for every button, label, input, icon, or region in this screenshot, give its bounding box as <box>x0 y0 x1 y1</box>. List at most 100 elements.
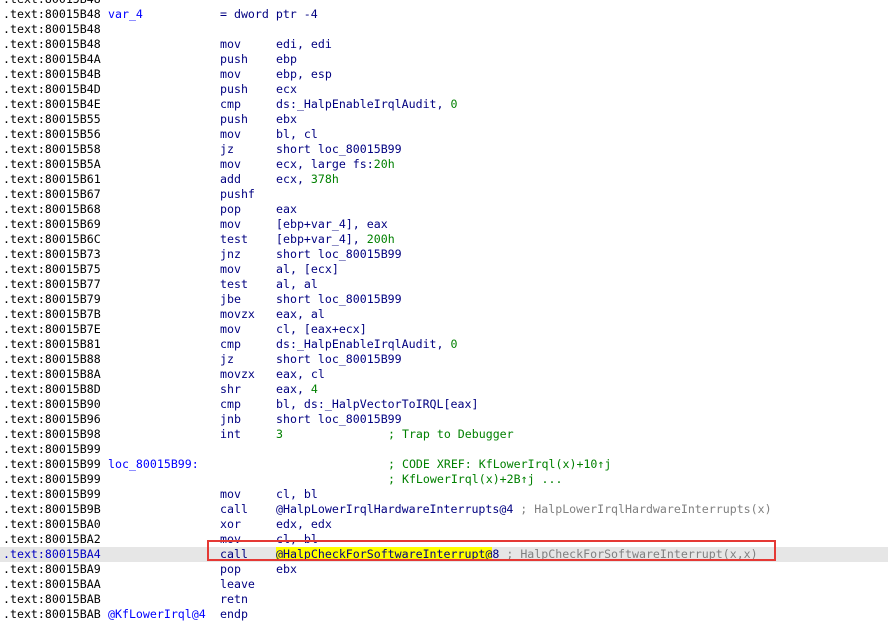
listing-line[interactable]: .text:80015B4B mov ebp, esp <box>0 67 888 82</box>
listing-line[interactable]: .text:80015BAB @KfLowerIrql@4 endp <box>0 607 888 622</box>
instruction-operands[interactable]: short loc_80015B99 <box>276 247 402 262</box>
listing-line[interactable]: .text:80015B7B movzx eax, al <box>0 307 888 322</box>
instruction-operands[interactable]: al, al <box>276 277 318 292</box>
instruction-operands[interactable]: short loc_80015B99 <box>276 352 402 367</box>
instruction-mnemonic[interactable]: mov <box>220 127 241 142</box>
instruction-mnemonic[interactable]: push <box>220 52 248 67</box>
listing-line[interactable]: .text:80015B81 cmp ds:_HalpEnableIrqlAudit… <box>0 337 888 352</box>
listing-line[interactable]: .text:80015B99 <box>0 442 888 457</box>
line-address[interactable]: .text:80015B69 <box>3 217 101 232</box>
listing-line[interactable]: .text:80015B56 mov bl, cl <box>0 127 888 142</box>
line-address[interactable]: .text:80015B8D <box>3 382 101 397</box>
listing-line[interactable]: .text:80015B99 loc_80015B99: ; CODE XREF: … <box>0 457 888 472</box>
listing-line[interactable]: .text:80015B88 jz short loc_80015B99 <box>0 352 888 367</box>
listing-line[interactable]: .text:80015B99 ; KfLowerIrql(x)+2B↑j ... <box>0 472 888 487</box>
line-address[interactable]: .text:80015B4E <box>3 97 101 112</box>
listing-line[interactable]: .text:80015B9B call @HalpLowerIrqlHardware… <box>0 502 888 517</box>
instruction-mnemonic[interactable]: mov <box>220 322 241 337</box>
instruction-mnemonic[interactable]: int <box>220 427 241 442</box>
listing-line[interactable]: .text:80015BAB retn <box>0 592 888 607</box>
line-address[interactable]: .text:80015BAB <box>3 592 101 607</box>
listing-line[interactable]: .text:80015B7E mov cl, [eax+ecx] <box>0 322 888 337</box>
instruction-operands[interactable]: edx, edx <box>276 517 332 532</box>
listing-line[interactable]: .text:80015B61 add ecx, 378h <box>0 172 888 187</box>
listing-line[interactable]: .text:80015B73 jnz short loc_80015B99 <box>0 247 888 262</box>
instruction-mnemonic[interactable]: add <box>220 172 241 187</box>
line-label[interactable]: loc_80015B99: <box>108 457 199 472</box>
line-address[interactable]: .text:80015B79 <box>3 292 101 307</box>
listing-line[interactable]: .text:80015B4D push ecx <box>0 82 888 97</box>
listing-line[interactable]: .text:80015B77 test al, al <box>0 277 888 292</box>
listing-line[interactable]: .text:80015BAA leave <box>0 577 888 592</box>
line-label[interactable]: var_4 <box>108 7 143 22</box>
listing-line[interactable]: .text:80015B79 jbe short loc_80015B99 <box>0 292 888 307</box>
instruction-operands[interactable]: edi, edi <box>276 37 332 52</box>
line-address[interactable]: .text:80015B77 <box>3 277 101 292</box>
instruction-mnemonic[interactable]: pushf <box>220 187 255 202</box>
instruction-operands[interactable]: @HalpCheckForSoftwareInterrupt@8 ; HalpC… <box>276 547 758 562</box>
instruction-operands[interactable]: [ebp+var_4], eax <box>276 217 388 232</box>
line-address[interactable]: .text:80015BA9 <box>3 562 101 577</box>
instruction-operands[interactable]: eax, 4 <box>276 382 318 397</box>
listing-line[interactable]: .text:80015B8D shr eax, 4 <box>0 382 888 397</box>
listing-line[interactable]: .text:80015B99 mov cl, bl <box>0 487 888 502</box>
instruction-operands[interactable]: ebx <box>276 562 297 577</box>
listing-line[interactable]: .text:80015B67 pushf <box>0 187 888 202</box>
instruction-mnemonic[interactable]: call <box>220 547 248 562</box>
line-address[interactable]: .text:80015B8A <box>3 367 101 382</box>
line-address[interactable]: .text:80015B6C <box>3 232 101 247</box>
instruction-operands[interactable]: eax, cl <box>276 367 325 382</box>
instruction-operands[interactable]: short loc_80015B99 <box>276 412 402 427</box>
instruction-operands[interactable]: short loc_80015B99 <box>276 292 402 307</box>
instruction-mnemonic[interactable]: jbe <box>220 292 241 307</box>
line-address[interactable]: .text:80015B61 <box>3 172 101 187</box>
instruction-mnemonic[interactable]: mov <box>220 217 241 232</box>
instruction-operands[interactable]: eax <box>276 202 297 217</box>
instruction-mnemonic[interactable]: mov <box>220 487 241 502</box>
disassembly-listing[interactable]: .text:80015B48.text:80015B48var_4= dword… <box>0 0 888 622</box>
line-address[interactable]: .text:80015B99 <box>3 487 101 502</box>
line-label[interactable]: @KfLowerIrql@4 <box>108 607 206 622</box>
instruction-operands[interactable]: ebx <box>276 112 297 127</box>
instruction-operands[interactable]: cl, [eax+ecx] <box>276 322 367 337</box>
line-address[interactable]: .text:80015BA2 <box>3 532 101 547</box>
instruction-operands[interactable]: cl, bl <box>276 487 318 502</box>
line-address[interactable]: .text:80015B7E <box>3 322 101 337</box>
line-address[interactable]: .text:80015B73 <box>3 247 101 262</box>
line-address[interactable]: .text:80015B99 <box>3 442 101 457</box>
instruction-mnemonic[interactable]: mov <box>220 532 241 547</box>
line-address[interactable]: .text:80015BAB <box>3 607 101 622</box>
line-address[interactable]: .text:80015B48 <box>3 37 101 52</box>
highlighted-symbol[interactable]: @HalpCheckForSoftwareInterrupt@ <box>276 547 493 561</box>
line-address[interactable]: .text:80015B5A <box>3 157 101 172</box>
listing-line[interactable]: .text:80015B96 jnb short loc_80015B99 <box>0 412 888 427</box>
line-address[interactable]: .text:80015B88 <box>3 352 101 367</box>
listing-line[interactable]: .text:80015B90 cmp bl, ds:_HalpVectorToIRQ… <box>0 397 888 412</box>
instruction-mnemonic[interactable]: call <box>220 502 248 517</box>
listing-line[interactable]: .text:80015B5A mov ecx, large fs:20h <box>0 157 888 172</box>
instruction-operands[interactable]: eax, al <box>276 307 325 322</box>
line-address[interactable]: .text:80015B48 <box>3 22 101 37</box>
instruction-operands[interactable]: al, [ecx] <box>276 262 339 277</box>
instruction-mnemonic[interactable]: push <box>220 82 248 97</box>
listing-line[interactable]: .text:80015B48 <box>0 0 888 7</box>
instruction-operands[interactable]: ebp, esp <box>276 67 332 82</box>
line-address[interactable]: .text:80015B9B <box>3 502 101 517</box>
line-address[interactable]: .text:80015B75 <box>3 262 101 277</box>
line-address[interactable]: .text:80015B7B <box>3 307 101 322</box>
listing-line[interactable]: .text:80015B4E cmp ds:_HalpEnableIrqlAudit… <box>0 97 888 112</box>
instruction-mnemonic[interactable]: cmp <box>220 397 241 412</box>
line-address[interactable]: .text:80015BA4 <box>3 547 101 562</box>
instruction-operands[interactable]: bl, ds:_HalpVectorToIRQL[eax] <box>276 397 478 412</box>
line-address[interactable]: .text:80015B4D <box>3 82 101 97</box>
instruction-operands[interactable]: [ebp+var_4], 200h <box>276 232 395 247</box>
line-address[interactable]: .text:80015B4A <box>3 52 101 67</box>
instruction-mnemonic[interactable]: cmp <box>220 337 241 352</box>
instruction-mnemonic[interactable]: endp <box>220 607 248 622</box>
line-address[interactable]: .text:80015B99 <box>3 472 101 487</box>
listing-line[interactable]: .text:80015B8A movzx eax, cl <box>0 367 888 382</box>
instruction-operands[interactable]: @HalpLowerIrqlHardwareInterrupts@4 ; Hal… <box>276 502 772 517</box>
instruction-mnemonic[interactable]: xor <box>220 517 241 532</box>
instruction-mnemonic[interactable]: = dword ptr -4 <box>220 7 318 22</box>
instruction-mnemonic[interactable]: movzx <box>220 367 255 382</box>
